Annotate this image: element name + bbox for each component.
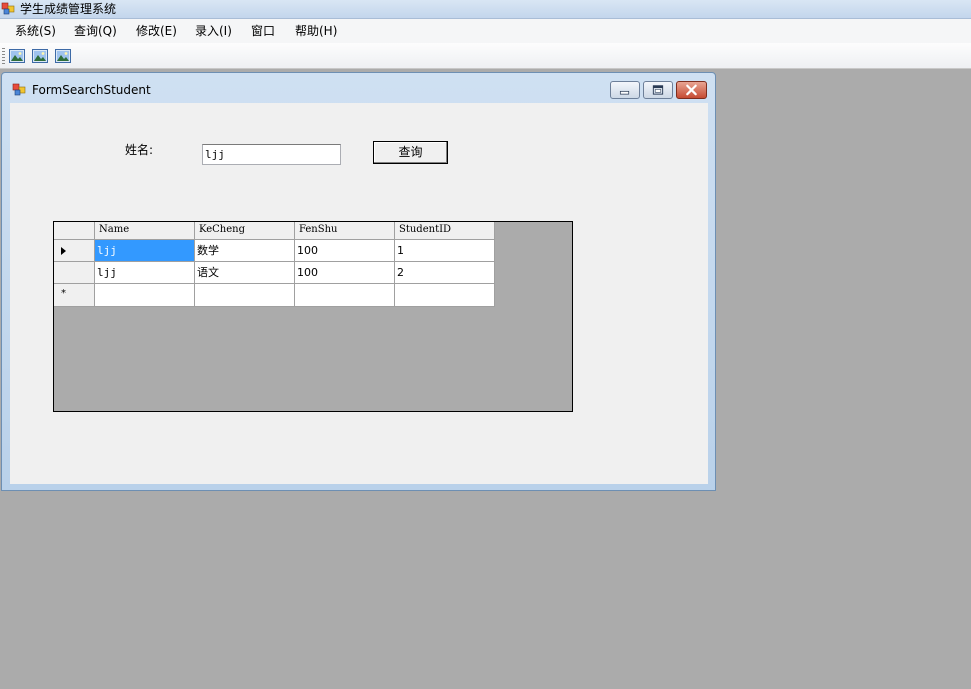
form-title: FormSearchStudent	[32, 83, 151, 97]
grid-cell-studentid[interactable]: 1	[395, 240, 495, 262]
grid-new-cell[interactable]	[195, 284, 295, 307]
column-header-studentid[interactable]: StudentID	[395, 222, 495, 240]
grid-new-cell[interactable]	[395, 284, 495, 307]
menu-help[interactable]: 帮助(H)	[295, 23, 337, 39]
toolbar-grip[interactable]	[2, 48, 5, 64]
new-row-header[interactable]: *	[54, 284, 95, 307]
menu-input[interactable]: 录入(I)	[195, 23, 232, 39]
grid-cell-fenshu[interactable]: 100	[295, 262, 395, 284]
grid-corner-header[interactable]	[54, 222, 95, 240]
grid-cell-kecheng[interactable]: 语文	[195, 262, 295, 284]
row-header[interactable]	[54, 240, 95, 262]
close-button[interactable]	[676, 81, 707, 99]
grid-cell-studentid[interactable]: 2	[395, 262, 495, 284]
form-search-student-window: FormSearchStudent 姓名: 查询 Name KeCheng Fe…	[1, 72, 716, 491]
student-data-grid[interactable]: Name KeCheng FenShu StudentID ljj 数学 100…	[53, 221, 573, 412]
menu-query[interactable]: 查询(Q)	[74, 23, 117, 39]
grid-cell-kecheng[interactable]: 数学	[195, 240, 295, 262]
grid-cell-name[interactable]: ljj	[95, 262, 195, 284]
app-title: 学生成绩管理系统	[20, 2, 117, 16]
grid-cell-name[interactable]: ljj	[95, 240, 195, 262]
toolbar	[0, 43, 971, 69]
column-header-kecheng[interactable]: KeCheng	[195, 222, 295, 240]
restore-button[interactable]	[643, 81, 673, 99]
restore-icon	[652, 85, 664, 95]
grid-new-cell[interactable]	[95, 284, 195, 307]
app-window-icon	[1, 2, 15, 15]
new-row-marker: *	[61, 288, 66, 299]
grid-new-cell[interactable]	[295, 284, 395, 307]
close-icon	[686, 84, 697, 96]
name-input[interactable]	[202, 144, 341, 165]
minimize-button[interactable]	[610, 81, 640, 99]
image-icon[interactable]	[9, 48, 25, 64]
minimize-icon	[619, 90, 630, 95]
column-header-fenshu[interactable]: FenShu	[295, 222, 395, 240]
current-row-arrow-icon	[61, 247, 66, 255]
menu-window[interactable]: 窗口	[251, 23, 275, 39]
form-client-area: 姓名: 查询 Name KeCheng FenShu StudentID ljj…	[10, 103, 708, 484]
menu-modify[interactable]: 修改(E)	[136, 23, 177, 39]
image-icon[interactable]	[55, 48, 71, 64]
row-header[interactable]	[54, 262, 95, 284]
form-window-icon	[12, 83, 26, 96]
search-button[interactable]: 查询	[373, 141, 448, 164]
menu-system[interactable]: 系统(S)	[15, 23, 56, 39]
image-icon[interactable]	[32, 48, 48, 64]
app-titlebar: 学生成绩管理系统	[0, 0, 971, 19]
column-header-name[interactable]: Name	[95, 222, 195, 240]
name-label: 姓名:	[125, 143, 154, 157]
grid-cell-fenshu[interactable]: 100	[295, 240, 395, 262]
menubar: 系统(S) 查询(Q) 修改(E) 录入(I) 窗口 帮助(H)	[0, 19, 971, 43]
